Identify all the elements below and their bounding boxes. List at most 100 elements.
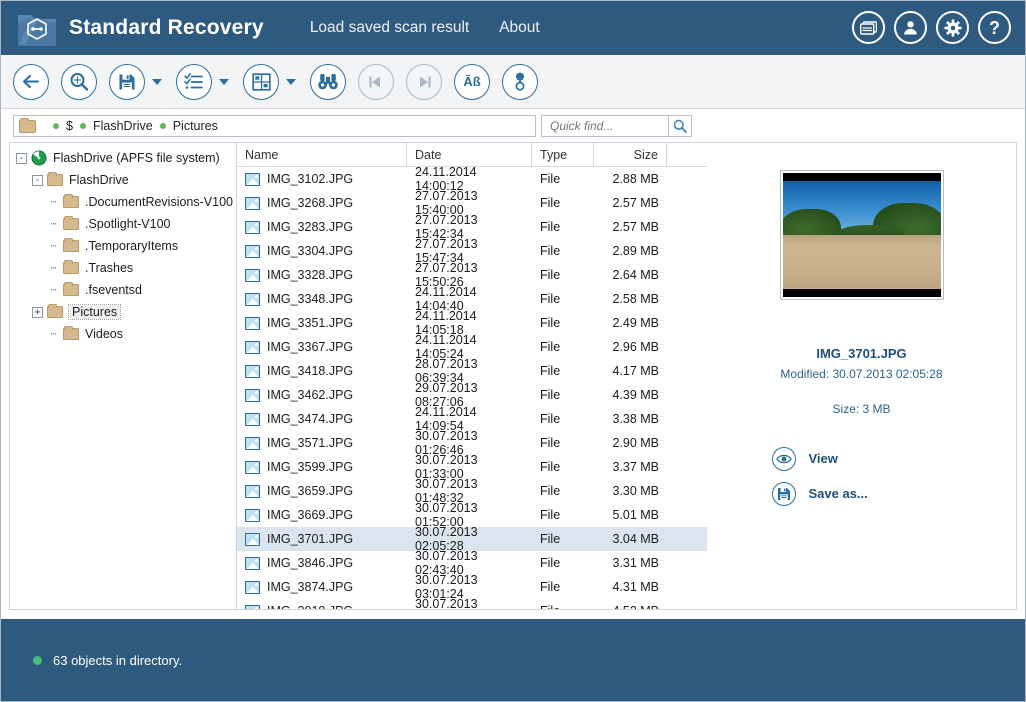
encoding-button[interactable]: Āß bbox=[454, 64, 490, 100]
file-name-cell: IMG_3418.JPG bbox=[237, 364, 407, 378]
breadcrumb-label: $ bbox=[66, 119, 73, 133]
tree-expander-icon[interactable]: + bbox=[32, 307, 43, 318]
file-size-cell: 4.39 MB bbox=[594, 388, 667, 402]
preview-thumbnail-frame[interactable] bbox=[780, 170, 944, 300]
file-size-cell: 2.89 MB bbox=[594, 244, 667, 258]
tree-item-flashdrive-volume[interactable]: - FlashDrive (APFS file system) bbox=[10, 147, 236, 169]
floppy-disk-icon bbox=[772, 482, 796, 506]
file-type-cell: File bbox=[532, 532, 594, 546]
thumb-letterbox-bottom bbox=[783, 289, 941, 297]
image-file-icon bbox=[245, 317, 260, 330]
search-input-wrap bbox=[541, 115, 668, 137]
file-size-cell: 3.37 MB bbox=[594, 460, 667, 474]
folder-icon bbox=[63, 240, 79, 252]
nav-about[interactable]: About bbox=[499, 19, 540, 37]
help-icon[interactable]: ? bbox=[978, 11, 1011, 44]
tree-item-spotlight[interactable]: ⋯ .Spotlight-V100 bbox=[10, 213, 236, 235]
breadcrumb-item-2[interactable]: Pictures bbox=[153, 119, 218, 133]
folder-icon bbox=[63, 284, 79, 296]
tree-item-trashes[interactable]: ⋯ .Trashes bbox=[10, 257, 236, 279]
file-name-cell: IMG_3874.JPG bbox=[237, 580, 407, 594]
file-name-cell: IMG_3918.JPG bbox=[237, 604, 407, 609]
file-size-cell: 2.90 MB bbox=[594, 436, 667, 450]
view-button[interactable]: View bbox=[772, 441, 952, 476]
breadcrumb-item-0[interactable]: $ bbox=[46, 119, 73, 133]
file-size-cell: 2.49 MB bbox=[594, 316, 667, 330]
column-header-type[interactable]: Type bbox=[532, 143, 594, 166]
column-header-date[interactable]: Date bbox=[407, 143, 532, 166]
file-name-cell: IMG_3462.JPG bbox=[237, 388, 407, 402]
scan-button[interactable] bbox=[61, 64, 97, 100]
breadcrumb-item-1[interactable]: FlashDrive bbox=[73, 119, 153, 133]
status-bar: 63 objects in directory. bbox=[1, 619, 1025, 701]
file-size-cell: 3.38 MB bbox=[594, 412, 667, 426]
file-type-cell: File bbox=[532, 268, 594, 282]
preview-thumbnail-image bbox=[783, 173, 941, 297]
preview-actions: View Save as... bbox=[772, 441, 952, 511]
image-file-icon bbox=[245, 605, 260, 610]
gear-icon[interactable] bbox=[936, 11, 969, 44]
tree-item-fseventsd[interactable]: ⋯ .fseventsd bbox=[10, 279, 236, 301]
tile-view-dropdown-caret[interactable] bbox=[284, 79, 298, 85]
header-icon-group: ? bbox=[852, 11, 1011, 44]
image-file-icon bbox=[245, 581, 260, 594]
image-file-icon bbox=[245, 365, 260, 378]
search-button[interactable] bbox=[668, 115, 692, 137]
tree-expander-icon[interactable]: - bbox=[16, 153, 27, 164]
tree-expander-icon: ⋯ bbox=[48, 329, 59, 340]
tree-expander-icon[interactable]: - bbox=[32, 175, 43, 186]
column-header-size[interactable]: Size bbox=[594, 143, 667, 166]
path-row: $ FlashDrive Pictures bbox=[1, 111, 1025, 141]
tree-item-flashdrive[interactable]: - FlashDrive bbox=[10, 169, 236, 191]
user-icon[interactable] bbox=[894, 11, 927, 44]
file-size-cell: 4.52 MB bbox=[594, 604, 667, 609]
save-dropdown-caret[interactable] bbox=[150, 79, 164, 85]
file-type-cell: File bbox=[532, 460, 594, 474]
tile-view-button[interactable] bbox=[243, 64, 279, 100]
file-name-label: IMG_3418.JPG bbox=[267, 364, 353, 378]
tree-item-pictures[interactable]: + Pictures bbox=[10, 301, 236, 323]
properties-button[interactable] bbox=[502, 64, 538, 100]
previous-button[interactable] bbox=[358, 64, 394, 100]
thumb-sand-road bbox=[783, 235, 941, 289]
file-type-cell: File bbox=[532, 436, 594, 450]
save-as-button[interactable]: Save as... bbox=[772, 476, 952, 511]
file-type-cell: File bbox=[532, 508, 594, 522]
file-size-cell: 2.57 MB bbox=[594, 196, 667, 210]
file-size-cell: 2.58 MB bbox=[594, 292, 667, 306]
application-window: Standard Recovery Load saved scan result… bbox=[0, 0, 1026, 702]
file-type-cell: File bbox=[532, 412, 594, 426]
file-name-label: IMG_3571.JPG bbox=[267, 436, 353, 450]
column-header-name[interactable]: Name bbox=[237, 143, 407, 166]
find-button[interactable] bbox=[310, 64, 346, 100]
file-name-cell: IMG_3474.JPG bbox=[237, 412, 407, 426]
file-name-cell: IMG_3268.JPG bbox=[237, 196, 407, 210]
tree-item-videos[interactable]: ⋯ Videos bbox=[10, 323, 236, 345]
search-input[interactable] bbox=[548, 118, 668, 134]
list-view-dropdown-caret[interactable] bbox=[217, 79, 231, 85]
tree-item-temporaryitems[interactable]: ⋯ .TemporaryItems bbox=[10, 235, 236, 257]
file-size-cell: 3.30 MB bbox=[594, 484, 667, 498]
file-type-cell: File bbox=[532, 220, 594, 234]
file-type-cell: File bbox=[532, 388, 594, 402]
folder-icon bbox=[63, 196, 79, 208]
folder-icon bbox=[63, 262, 79, 274]
breadcrumb[interactable]: $ FlashDrive Pictures bbox=[13, 115, 536, 137]
save-button[interactable] bbox=[109, 64, 145, 100]
image-file-icon bbox=[245, 413, 260, 426]
next-button[interactable] bbox=[406, 64, 442, 100]
file-name-label: IMG_3846.JPG bbox=[267, 556, 353, 570]
folder-icon bbox=[19, 120, 36, 133]
folder-tree[interactable]: - FlashDrive (APFS file system) - FlashD… bbox=[9, 142, 236, 610]
file-name-cell: IMG_3348.JPG bbox=[237, 292, 407, 306]
list-view-button[interactable] bbox=[176, 64, 212, 100]
preview-file-size: Size: 3 MB bbox=[832, 402, 890, 416]
file-name-label: IMG_3348.JPG bbox=[267, 292, 353, 306]
nav-load-saved-scan-result[interactable]: Load saved scan result bbox=[310, 19, 469, 37]
save-as-button-label: Save as... bbox=[809, 486, 868, 501]
tree-item-documentrevisions[interactable]: ⋯ .DocumentRevisions-V100 bbox=[10, 191, 236, 213]
window-icon[interactable] bbox=[852, 11, 885, 44]
file-type-cell: File bbox=[532, 580, 594, 594]
back-button[interactable] bbox=[13, 64, 49, 100]
file-size-cell: 2.96 MB bbox=[594, 340, 667, 354]
